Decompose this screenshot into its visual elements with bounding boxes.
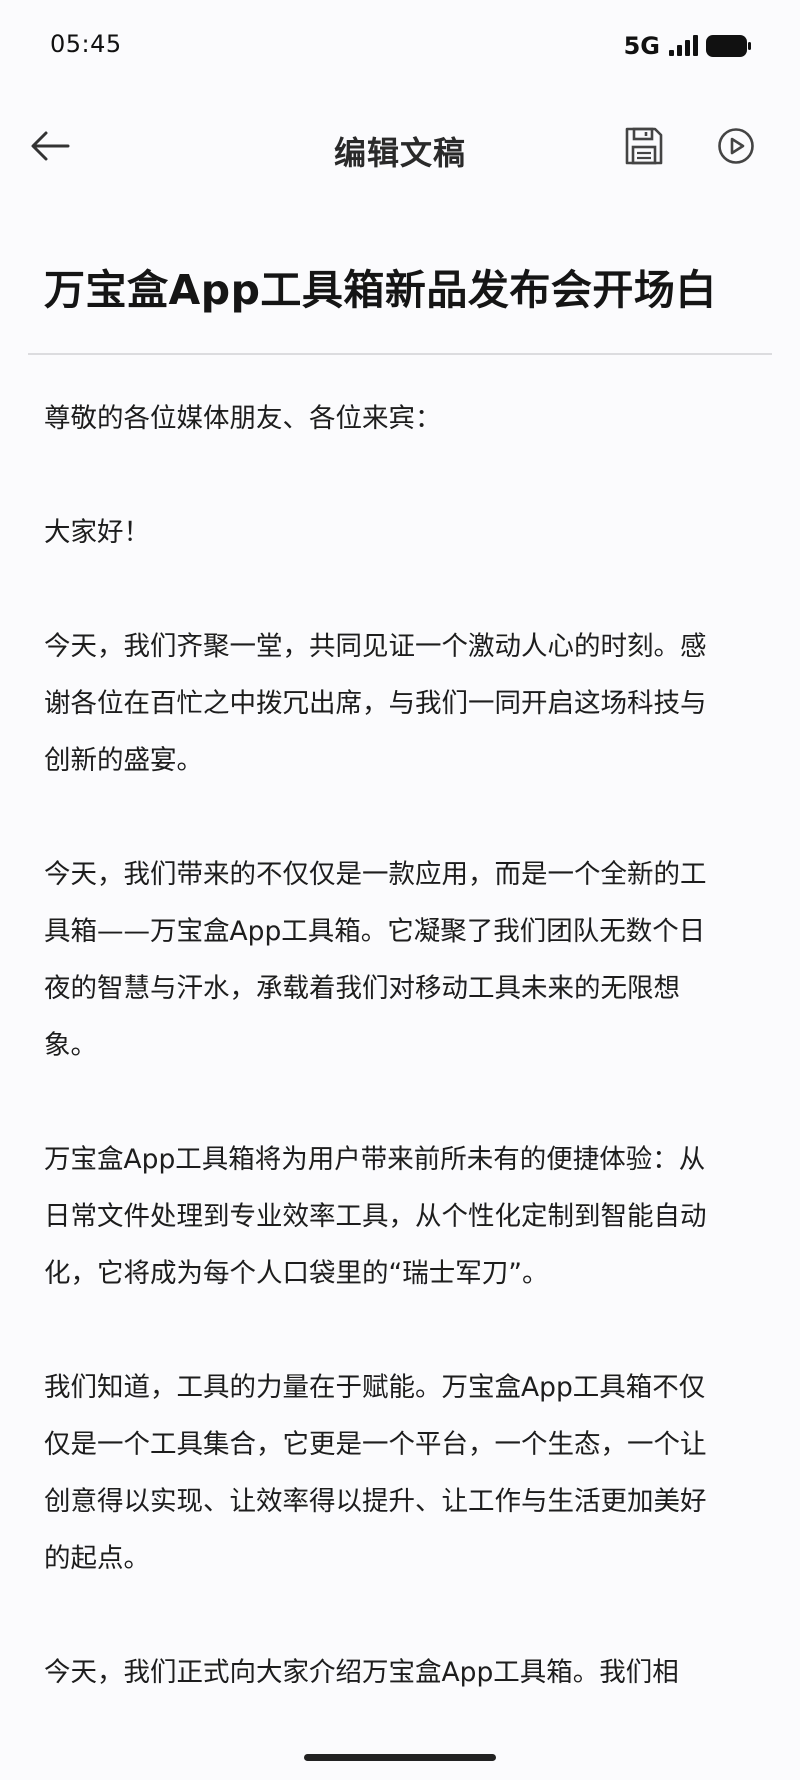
paragraph-thanks: 今天，我们齐聚一堂，共同见证一个激动人心的时刻。感 谢各位在百忙之中拨冗出席，与… xyxy=(44,631,707,776)
home-indicator[interactable] xyxy=(304,1754,496,1761)
page-title: 编辑文稿 xyxy=(333,134,466,172)
editor-screen: 05:45 5G 编辑文稿 万宝盒App工具箱新品发布会开场白 尊敬的各位媒体朋… xyxy=(0,0,800,1780)
paragraph-features: 万宝盒App工具箱将为用户带来前所未有的便捷体验：从 日常文件处理到专业效率工具… xyxy=(44,1144,707,1289)
network-type: 5G xyxy=(623,32,660,60)
battery-icon xyxy=(706,35,751,57)
save-icon xyxy=(625,127,663,165)
play-button[interactable] xyxy=(708,118,764,174)
paragraph-intro: 今天，我们带来的不仅仅是一款应用，而是一个全新的工 具箱——万宝盒App工具箱。… xyxy=(44,859,707,1061)
app-bar: 编辑文稿 xyxy=(0,94,800,210)
paragraph-vision: 我们知道，工具的力量在于赋能。万宝盒App工具箱不仅 仅是一个工具集合，它更是一… xyxy=(44,1372,707,1574)
status-indicators: 5G xyxy=(624,32,752,60)
status-time: 05:45 xyxy=(50,30,122,58)
status-bar: 05:45 5G xyxy=(0,0,800,94)
save-button[interactable] xyxy=(616,118,672,174)
paragraph-announcement: 今天，我们正式向大家介绍万宝盒App工具箱。我们相 xyxy=(44,1657,679,1688)
paragraph-salutation: 尊敬的各位媒体朋友、各位来宾： xyxy=(44,403,442,434)
document-title[interactable]: 万宝盒App工具箱新品发布会开场白 xyxy=(44,256,764,316)
title-divider xyxy=(28,353,772,355)
play-icon xyxy=(718,128,754,164)
paragraph-greeting: 大家好！ xyxy=(44,517,150,548)
signal-icon xyxy=(669,35,698,56)
document-body-editor[interactable]: 尊敬的各位媒体朋友、各位来宾： 大家好！ 今天，我们齐聚一堂，共同见证一个激动人… xyxy=(44,390,764,1758)
